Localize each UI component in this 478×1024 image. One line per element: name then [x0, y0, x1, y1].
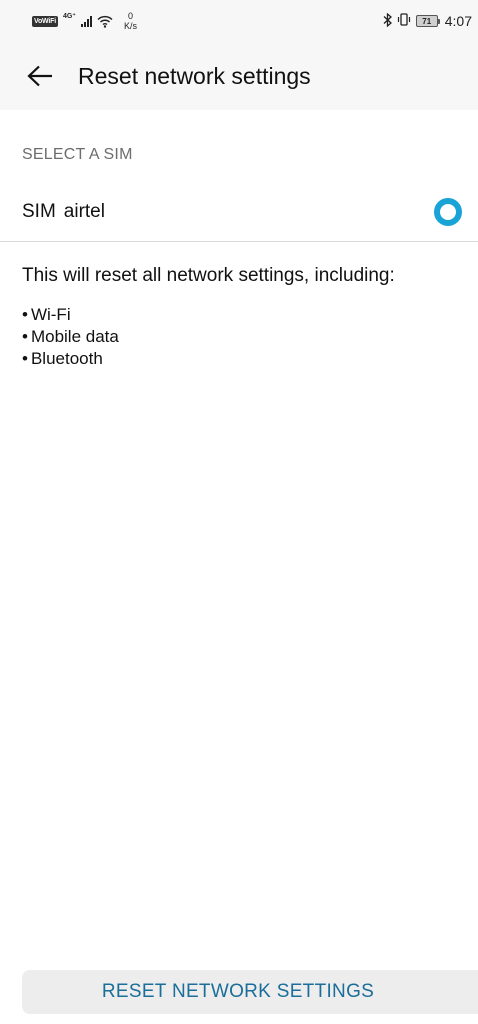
network-type: 4G⁺ [62, 13, 76, 20]
reset-items-list: Wi-Fi Mobile data Bluetooth [22, 304, 119, 370]
battery-icon: 71 [415, 15, 440, 27]
bluetooth-icon [383, 12, 392, 30]
vibrate-icon [397, 13, 411, 29]
signal-icon [80, 15, 92, 27]
back-button[interactable] [18, 54, 62, 98]
reset-description: This will reset all network settings, in… [22, 265, 395, 286]
sim-name: airtel [63, 200, 105, 222]
sim-label: SIM airtel [22, 201, 105, 223]
sim-option-airtel[interactable]: SIM airtel [0, 182, 478, 242]
wifi-icon [97, 15, 113, 28]
vowifi-badge: VoWiFi [32, 15, 58, 27]
screen: VoWiFi 4G⁺ 0 K/s 71 4:07 Reset network s… [0, 0, 478, 1024]
status-right: 71 4:07 [383, 12, 472, 30]
list-item: Mobile data [22, 326, 119, 348]
status-bar: VoWiFi 4G⁺ 0 K/s 71 4:07 [0, 0, 478, 42]
list-item: Wi-Fi [22, 304, 119, 326]
speed-value: 0 [127, 11, 133, 21]
status-left: VoWiFi 4G⁺ 0 K/s [32, 11, 137, 31]
speed-unit: K/s [123, 21, 137, 31]
list-item: Bluetooth [22, 348, 119, 370]
network-speed: 0 K/s [124, 11, 137, 31]
sim-radio-button[interactable] [434, 197, 462, 226]
sim-prefix: SIM [22, 200, 56, 222]
page-title: Reset network settings [78, 62, 311, 89]
battery-level: 71 [415, 15, 438, 27]
app-header: Reset network settings [0, 42, 478, 110]
back-arrow-icon [27, 65, 52, 87]
select-sim-header: SELECT A SIM [22, 146, 133, 163]
reset-network-settings-button[interactable]: RESET NETWORK SETTINGS [22, 970, 478, 1014]
clock: 4:07 [444, 13, 472, 29]
